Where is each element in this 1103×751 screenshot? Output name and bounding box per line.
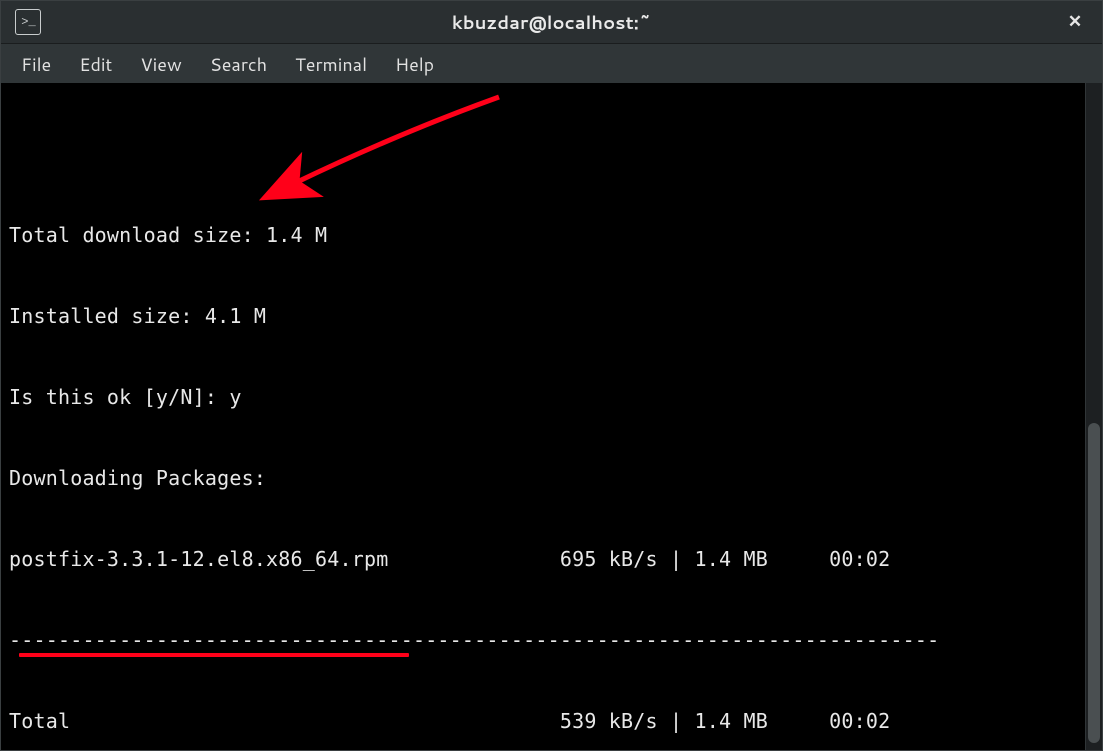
terminal-output[interactable]: Total download size: 1.4 M Installed siz… — [1, 83, 1085, 750]
menu-view[interactable]: View — [126, 44, 195, 84]
window-title: kbuzdar@localhost:~ — [1, 9, 1102, 35]
scrollbar-thumb[interactable] — [1088, 423, 1100, 743]
menubar: File Edit View Search Terminal Help — [1, 44, 1102, 85]
scrollbar[interactable] — [1085, 83, 1102, 750]
titlebar: >_ kbuzdar@localhost:~ ✕ — [1, 1, 1102, 44]
menu-terminal[interactable]: Terminal — [281, 44, 381, 84]
terminal-app-icon: >_ — [15, 9, 41, 35]
output-line: postfix-3.3.1-12.el8.x86_64.rpm 695 kB/s… — [9, 546, 1079, 573]
close-button[interactable]: ✕ — [1062, 9, 1088, 35]
output-line: Installed size: 4.1 M — [9, 303, 1079, 330]
output-line — [9, 141, 1079, 168]
output-separator: ----------------------------------------… — [9, 627, 1079, 654]
terminal-window: >_ kbuzdar@localhost:~ ✕ File Edit View … — [0, 0, 1103, 751]
annotation-underline — [19, 653, 409, 657]
output-line-confirm: Is this ok [y/N]: y — [9, 384, 1079, 411]
output-line: Total download size: 1.4 M — [9, 222, 1079, 249]
output-line: Total 539 kB/s | 1.4 MB 00:02 — [9, 708, 1079, 735]
menu-help[interactable]: Help — [381, 44, 448, 84]
menu-edit[interactable]: Edit — [65, 44, 126, 84]
output-line: Downloading Packages: — [9, 465, 1079, 492]
terminal-area[interactable]: Total download size: 1.4 M Installed siz… — [1, 83, 1102, 750]
menu-search[interactable]: Search — [196, 44, 281, 84]
menu-file[interactable]: File — [7, 44, 65, 84]
